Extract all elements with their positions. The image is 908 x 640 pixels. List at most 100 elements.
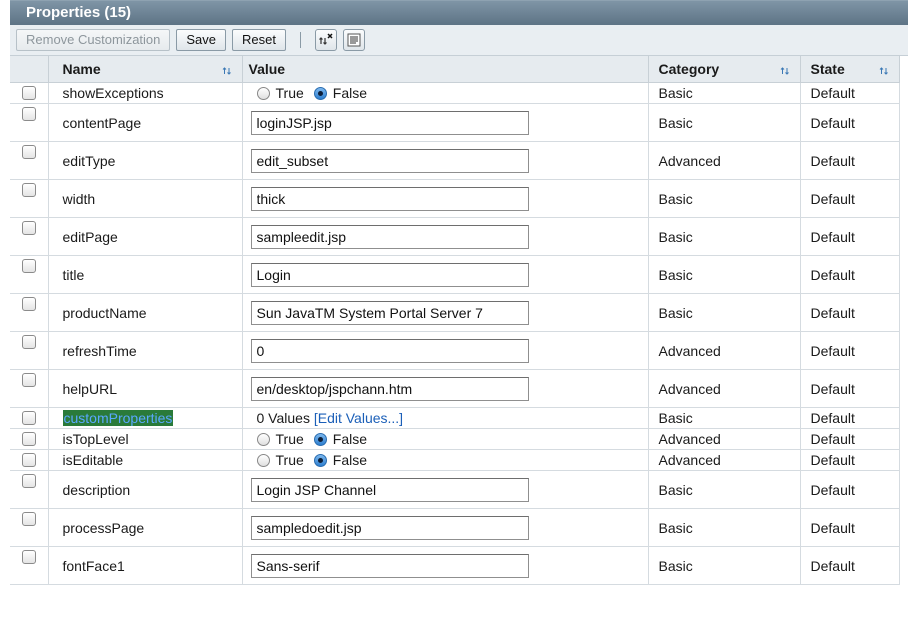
value-cell: True False — [242, 428, 649, 450]
category-cell: Advanced — [648, 449, 801, 471]
category-cell: Basic — [648, 179, 801, 218]
name-cell: helpURL — [48, 369, 243, 408]
true-radio[interactable] — [256, 87, 270, 100]
value-input[interactable] — [250, 262, 529, 287]
state-cell: Default — [800, 449, 900, 471]
value-cell — [242, 508, 649, 547]
table-row: customProperties 0 Values [Edit Values...… — [10, 407, 900, 429]
name-cell: width — [48, 179, 243, 218]
property-name: refreshTime — [62, 342, 137, 359]
sort-icon[interactable] — [222, 63, 232, 79]
column-header-value: Value — [242, 56, 649, 83]
table-row: helpURL AdvancedDefault — [10, 369, 900, 408]
state-cell: Default — [800, 82, 900, 104]
value-input[interactable] — [250, 553, 529, 578]
value-cell — [242, 546, 649, 585]
value-input[interactable] — [250, 515, 529, 540]
property-name: processPage — [62, 519, 145, 536]
property-name: isTopLevel — [62, 431, 129, 447]
clear-sort-icon[interactable] — [315, 29, 337, 51]
table-row: fontFace1 BasicDefault — [10, 546, 900, 585]
row-select-cell — [10, 508, 49, 547]
name-cell: customProperties — [48, 407, 243, 429]
property-name: productName — [62, 304, 147, 321]
false-radio[interactable] — [313, 454, 327, 467]
state-cell: Default — [800, 331, 900, 370]
values-count: 0 Values — [256, 410, 310, 426]
property-name: fontFace1 — [62, 557, 125, 574]
false-radio[interactable] — [313, 433, 327, 446]
row-select-cell — [10, 470, 49, 509]
state-cell: Default — [800, 546, 900, 585]
row-checkbox[interactable] — [21, 297, 36, 311]
table-row: processPage BasicDefault — [10, 508, 900, 547]
row-checkbox[interactable] — [21, 432, 36, 446]
edit-values-link[interactable]: [Edit Values...] — [314, 410, 403, 426]
name-cell: description — [48, 470, 243, 509]
true-radio-label: True — [275, 431, 304, 447]
name-cell: title — [48, 255, 243, 294]
table-row: description BasicDefault — [10, 470, 900, 509]
column-header-name[interactable]: Name — [48, 56, 243, 83]
true-radio-label: True — [275, 85, 304, 101]
state-cell: Default — [800, 470, 900, 509]
remove-customization-button[interactable]: Remove Customization — [16, 29, 171, 51]
property-name: showExceptions — [62, 85, 164, 101]
sort-icon[interactable] — [879, 63, 889, 79]
row-checkbox[interactable] — [21, 512, 36, 526]
column-header-state[interactable]: State — [800, 56, 900, 83]
true-radio[interactable] — [256, 454, 270, 467]
name-cell: refreshTime — [48, 331, 243, 370]
value-input[interactable] — [250, 477, 529, 502]
property-name: helpURL — [62, 380, 117, 397]
value-input[interactable] — [250, 224, 529, 249]
sort-options-icon[interactable] — [343, 29, 365, 51]
save-button[interactable]: Save — [176, 29, 227, 51]
value-input[interactable] — [250, 148, 529, 173]
name-cell: isEditable — [48, 449, 243, 471]
value-cell: True False — [242, 82, 649, 104]
sort-icon[interactable] — [780, 63, 790, 79]
value-input[interactable] — [250, 376, 529, 401]
property-name: editType — [62, 152, 116, 169]
row-select-cell — [10, 407, 49, 429]
value-input[interactable] — [250, 338, 529, 363]
property-name: isEditable — [62, 452, 124, 468]
true-radio[interactable] — [256, 433, 270, 446]
row-select-cell — [10, 141, 49, 180]
row-select-cell — [10, 103, 49, 142]
row-checkbox[interactable] — [21, 145, 36, 159]
state-cell: Default — [800, 179, 900, 218]
row-checkbox[interactable] — [21, 453, 36, 467]
value-input[interactable] — [250, 300, 529, 325]
row-checkbox[interactable] — [21, 183, 36, 197]
row-select-cell — [10, 255, 49, 294]
row-checkbox[interactable] — [21, 373, 36, 387]
table-row: title BasicDefault — [10, 255, 900, 294]
table-row: isTopLevel True False Advanced Default — [10, 428, 900, 450]
row-checkbox[interactable] — [21, 221, 36, 235]
row-checkbox[interactable] — [21, 335, 36, 349]
category-cell: Basic — [648, 217, 801, 256]
name-cell: processPage — [48, 508, 243, 547]
properties-table: Name Value Category State showExceptions… — [10, 56, 900, 585]
category-cell: Basic — [648, 103, 801, 142]
row-checkbox[interactable] — [21, 107, 36, 121]
reset-button[interactable]: Reset — [232, 29, 286, 51]
state-cell: Default — [800, 293, 900, 332]
table-row: editType AdvancedDefault — [10, 141, 900, 180]
row-checkbox[interactable] — [21, 259, 36, 273]
name-cell: editPage — [48, 217, 243, 256]
value-cell — [242, 179, 649, 218]
false-radio[interactable] — [313, 87, 327, 100]
property-name: customProperties — [62, 410, 174, 426]
row-checkbox[interactable] — [21, 86, 36, 100]
row-checkbox[interactable] — [21, 411, 36, 425]
value-cell — [242, 255, 649, 294]
row-checkbox[interactable] — [21, 550, 36, 564]
row-checkbox[interactable] — [21, 474, 36, 488]
value-input[interactable] — [250, 186, 529, 211]
category-cell: Basic — [648, 546, 801, 585]
value-input[interactable] — [250, 110, 529, 135]
column-header-category[interactable]: Category — [648, 56, 801, 83]
